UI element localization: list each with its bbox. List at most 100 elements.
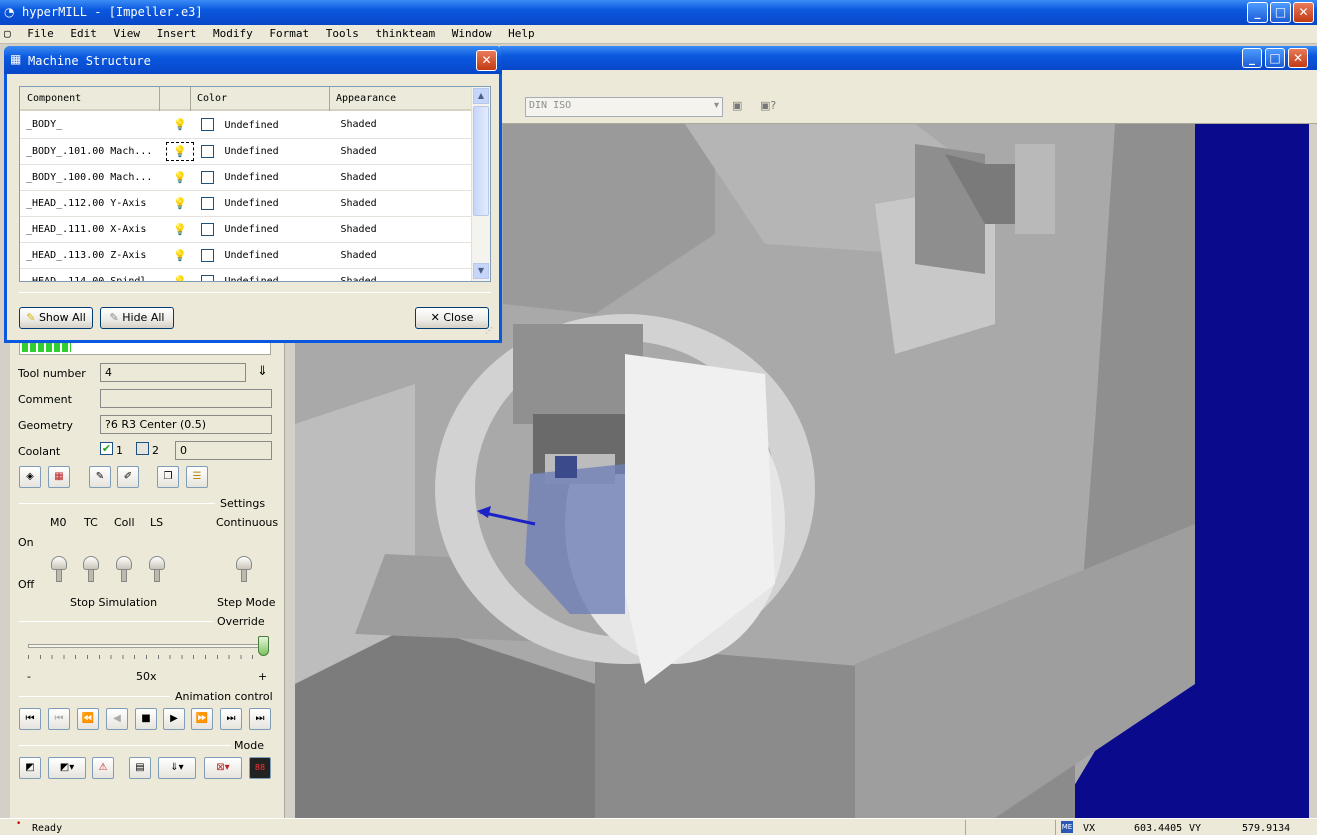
- list-scrollbar[interactable]: ▲ ▼: [471, 87, 490, 281]
- header-color[interactable]: Color: [197, 93, 227, 104]
- color-checkbox[interactable]: [201, 170, 215, 184]
- dialog-close-action-button[interactable]: ✕ Close: [415, 307, 489, 329]
- scroll-down-icon[interactable]: ▼: [473, 263, 489, 279]
- appearance-cell[interactable]: Shaded: [334, 112, 471, 139]
- lightbulb-icon[interactable]: 💡: [173, 118, 187, 131]
- workpiece-mode-icon[interactable]: ◩: [19, 757, 41, 779]
- postprocessor-select[interactable]: DIN ISO ▾: [525, 97, 723, 117]
- tc-toggle[interactable]: [83, 556, 99, 582]
- header-appearance[interactable]: Appearance: [336, 93, 396, 104]
- color-cell[interactable]: Undefined: [195, 242, 335, 269]
- color-cell[interactable]: Undefined: [195, 190, 335, 217]
- m0-toggle[interactable]: [51, 556, 67, 582]
- table-row[interactable]: _HEAD_.114.00 Spindl... 💡 Undefined Shaded: [20, 268, 471, 282]
- visibility-toggle[interactable]: 💡: [164, 164, 196, 191]
- simulation-view-icon[interactable]: ◈: [19, 466, 41, 488]
- show-all-button[interactable]: ✎ Show All: [19, 307, 93, 329]
- resize-grip-icon[interactable]: ⋰: [485, 326, 493, 335]
- lightbulb-icon[interactable]: 💡: [173, 249, 187, 262]
- override-slider-thumb[interactable]: [258, 636, 269, 656]
- menu-window[interactable]: Window: [447, 25, 497, 40]
- override-slider-track[interactable]: [28, 644, 264, 648]
- geometry-field[interactable]: ?6 R3 Center (0.5): [100, 415, 272, 434]
- tool-number-field[interactable]: 4: [100, 363, 246, 382]
- table-row[interactable]: _HEAD_.112.00 Y-Axis 💡 Undefined Shaded: [20, 190, 471, 217]
- hide-all-button[interactable]: ✎ Hide All: [100, 307, 174, 329]
- lightbulb-icon[interactable]: 💡: [173, 275, 187, 282]
- color-checkbox[interactable]: [201, 248, 215, 262]
- coolant-2-checkbox[interactable]: [136, 442, 149, 455]
- mdi-maximize-button[interactable]: □: [1265, 48, 1285, 68]
- counter-display-icon[interactable]: 88: [249, 757, 271, 779]
- lightbulb-icon[interactable]: 💡: [166, 141, 194, 161]
- remove-material-icon[interactable]: ⊠▾: [204, 757, 242, 779]
- plugin-icon[interactable]: ▣: [732, 99, 742, 112]
- dialog-close-button[interactable]: ✕: [476, 50, 497, 71]
- close-button[interactable]: ✕: [1293, 2, 1314, 23]
- appearance-cell[interactable]: Shaded: [334, 268, 471, 281]
- table-row[interactable]: _HEAD_.113.00 Z-Axis 💡 Undefined Shaded: [20, 242, 471, 269]
- color-checkbox[interactable]: [201, 118, 215, 132]
- appearance-cell[interactable]: Shaded: [334, 242, 471, 269]
- component-list[interactable]: Component Color Appearance _BODY_ 💡 Undefi…: [19, 86, 491, 282]
- scroll-up-icon[interactable]: ▲: [473, 88, 489, 104]
- coolant-value-field[interactable]: 0: [175, 441, 272, 460]
- visibility-toggle[interactable]: 💡: [164, 138, 196, 165]
- coolant-1-checkbox[interactable]: ✔: [100, 442, 113, 455]
- go-to-end-button[interactable]: ⏭: [249, 708, 271, 730]
- maximize-button[interactable]: □: [1270, 2, 1291, 23]
- color-cell[interactable]: Undefined: [195, 164, 335, 191]
- tool-display-icon[interactable]: ⇓▾: [158, 757, 196, 779]
- tool-icon[interactable]: ⇓: [257, 364, 268, 379]
- mdi-minimize-button[interactable]: _: [1242, 48, 1262, 68]
- coll-toggle[interactable]: [116, 556, 132, 582]
- table-row[interactable]: _BODY_ 💡 Undefined Shaded: [20, 112, 471, 139]
- compare-icon[interactable]: ▤: [129, 757, 151, 779]
- visibility-toggle[interactable]: 💡: [164, 216, 196, 243]
- menu-insert[interactable]: Insert: [152, 25, 202, 40]
- table-row[interactable]: _BODY_.100.00 Mach... 💡 Undefined Shaded: [20, 164, 471, 191]
- menu-edit[interactable]: Edit: [65, 25, 102, 40]
- menu-thinkteam[interactable]: thinkteam: [371, 25, 441, 40]
- fast-rewind-button[interactable]: ⏪: [77, 708, 99, 730]
- edit-tool-icon[interactable]: ✎: [89, 466, 111, 488]
- viewport-scrollbar[interactable]: [1309, 124, 1317, 818]
- report-list-icon[interactable]: ☰: [186, 466, 208, 488]
- stock-mode-icon[interactable]: ◩▾: [48, 757, 86, 779]
- comment-field[interactable]: [100, 389, 272, 408]
- minimize-button[interactable]: _: [1247, 2, 1268, 23]
- lightbulb-icon[interactable]: 💡: [173, 223, 187, 236]
- menu-view[interactable]: View: [109, 25, 146, 40]
- color-cell[interactable]: Undefined: [195, 112, 335, 139]
- color-checkbox[interactable]: [201, 222, 215, 236]
- mdi-close-button[interactable]: ✕: [1288, 48, 1308, 68]
- plugin-help-icon[interactable]: ▣?: [760, 99, 776, 112]
- copy-list-icon[interactable]: ❐: [157, 466, 179, 488]
- next-step-button[interactable]: ⏭: [220, 708, 242, 730]
- fast-forward-button[interactable]: ⏩: [191, 708, 213, 730]
- menu-format[interactable]: Format: [264, 25, 314, 40]
- header-component[interactable]: Component: [27, 93, 81, 104]
- menu-modify[interactable]: Modify: [208, 25, 258, 40]
- step-back-button[interactable]: ◀: [106, 708, 128, 730]
- color-checkbox[interactable]: [201, 274, 215, 281]
- visibility-toggle[interactable]: 💡: [164, 242, 196, 269]
- appearance-cell[interactable]: Shaded: [334, 164, 471, 191]
- lightbulb-icon[interactable]: 💡: [173, 197, 187, 210]
- color-cell[interactable]: Undefined: [195, 268, 335, 281]
- play-button[interactable]: ▶: [163, 708, 185, 730]
- color-checkbox[interactable]: [201, 196, 215, 210]
- color-cell[interactable]: Undefined: [195, 216, 335, 243]
- table-row[interactable]: _HEAD_.111.00 X-Axis 💡 Undefined Shaded: [20, 216, 471, 243]
- lightbulb-icon[interactable]: 💡: [173, 171, 187, 184]
- continuous-toggle[interactable]: [236, 556, 252, 582]
- go-to-start-button[interactable]: ⏮: [19, 708, 41, 730]
- scroll-thumb[interactable]: [473, 106, 489, 216]
- color-cell[interactable]: Undefined: [195, 138, 335, 165]
- previous-step-button[interactable]: ⏮: [48, 708, 70, 730]
- table-row[interactable]: _BODY_.101.00 Mach... 💡 Undefined Shaded: [20, 138, 471, 165]
- visibility-toggle[interactable]: 💡: [164, 190, 196, 217]
- appearance-cell[interactable]: Shaded: [334, 190, 471, 217]
- menu-tools[interactable]: Tools: [321, 25, 364, 40]
- ls-toggle[interactable]: [149, 556, 165, 582]
